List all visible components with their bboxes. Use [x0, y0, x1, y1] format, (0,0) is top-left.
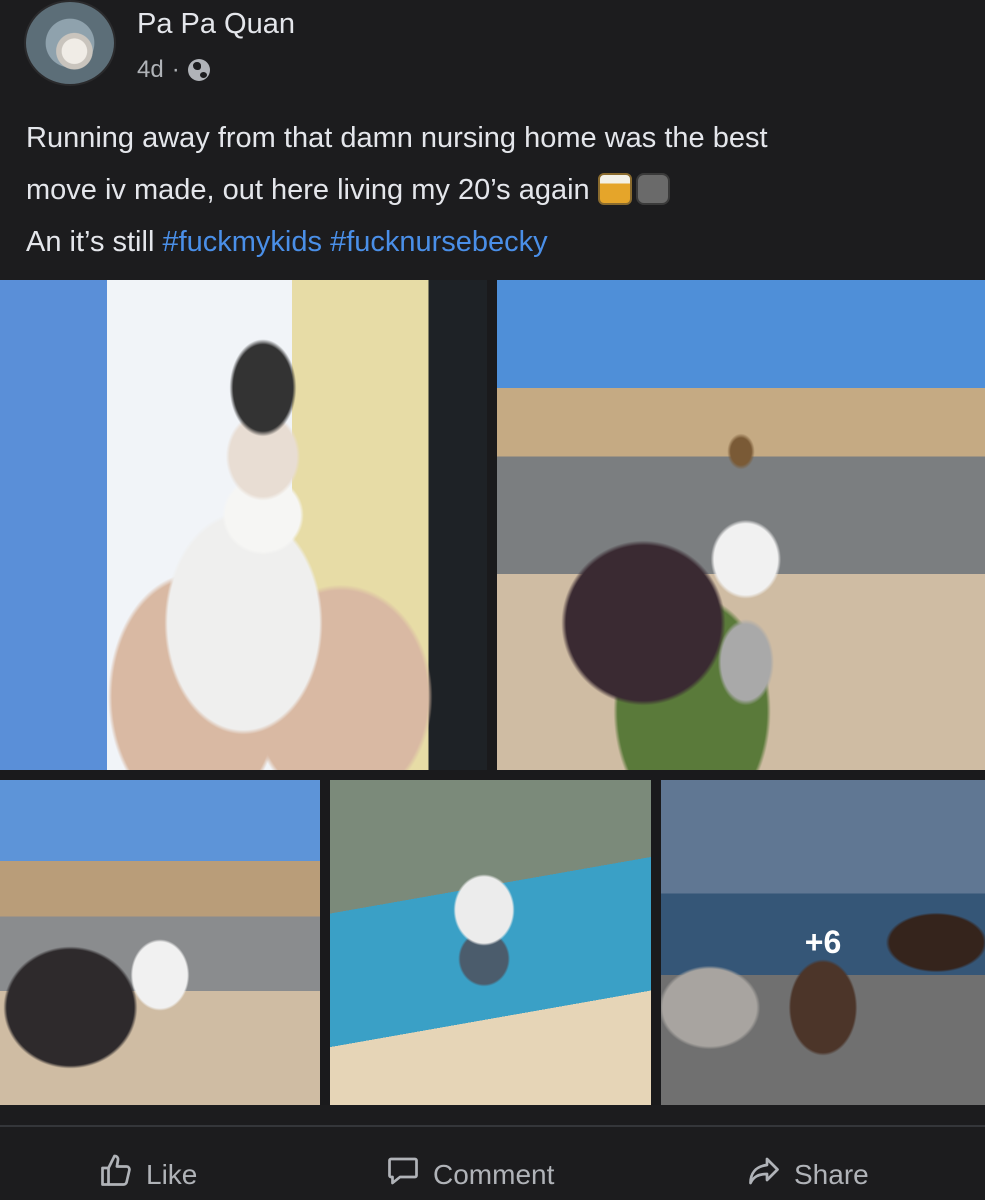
author-name[interactable]: Pa Pa Quan — [137, 8, 295, 41]
post-actions: Like Comment Share — [0, 1105, 985, 1200]
comment-bubble-icon — [385, 1153, 421, 1196]
post-text-line-2-text: move iv made, out here living my 20’s ag… — [26, 174, 590, 206]
post-text-line-2: move iv made, out here living my 20’s ag… — [26, 164, 966, 216]
comment-label: Comment — [433, 1158, 555, 1190]
more-photos-count[interactable]: +6 — [661, 780, 985, 1105]
movie-camera-emoji-icon — [635, 173, 670, 205]
post-timestamp[interactable]: 4d — [137, 56, 164, 84]
avatar[interactable] — [24, 0, 116, 86]
share-button[interactable]: Share — [746, 1153, 869, 1196]
share-label: Share — [794, 1158, 869, 1190]
meta-separator: · — [171, 56, 180, 83]
photo-1[interactable] — [0, 280, 487, 770]
post-text: Running away from that damn nursing home… — [26, 112, 966, 268]
beer-mugs-emoji-icon — [597, 173, 632, 205]
photo-3[interactable] — [0, 780, 320, 1105]
like-label: Like — [146, 1158, 198, 1190]
comment-button[interactable]: Comment — [385, 1153, 554, 1196]
like-button[interactable]: Like — [98, 1153, 197, 1196]
action-divider — [0, 1125, 985, 1127]
photo-5-more[interactable]: +6 — [661, 780, 985, 1105]
photo-2[interactable] — [497, 280, 985, 770]
hashtag-fuckmykids[interactable]: #fuckmykids — [162, 226, 322, 258]
post-text-line-3: An it’s still #fuckmykids #fucknursebeck… — [26, 216, 966, 268]
globe-icon — [187, 59, 210, 81]
post-header: Pa Pa Quan 4d · Running away from that d… — [0, 0, 985, 280]
post-text-line-3-text: An it’s still — [26, 226, 155, 258]
thumbs-up-icon — [98, 1153, 134, 1196]
photo-4[interactable] — [330, 780, 651, 1105]
share-arrow-icon — [746, 1153, 782, 1196]
post-meta: 4d · — [137, 56, 210, 84]
post-text-line-1: Running away from that damn nursing home… — [26, 122, 768, 154]
hashtag-fucknursebecky[interactable]: #fucknursebecky — [330, 226, 548, 258]
photo-grid: +6 — [0, 280, 985, 1105]
